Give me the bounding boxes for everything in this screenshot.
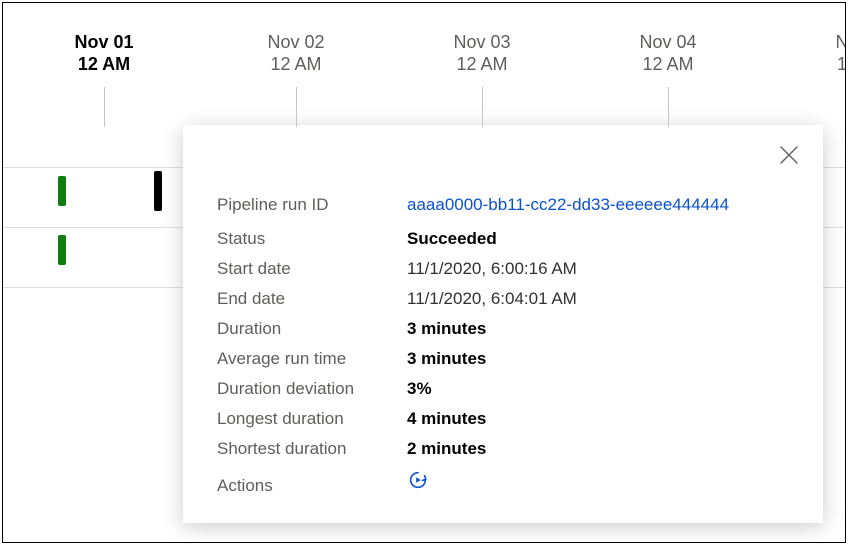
detail-row-duration: Duration 3 minutes xyxy=(217,319,789,339)
run-details-tooltip: Pipeline run ID aaaa0000-bb11-cc22-dd33-… xyxy=(183,125,823,523)
tick-time: 12 AM xyxy=(422,53,542,75)
detail-row-start: Start date 11/1/2020, 6:00:16 AM xyxy=(217,259,789,279)
detail-row-status: Status Succeeded xyxy=(217,229,789,249)
detail-row-avg: Average run time 3 minutes xyxy=(217,349,789,369)
label-end: End date xyxy=(217,289,407,309)
tick-date: No xyxy=(835,32,846,52)
rerun-icon xyxy=(407,469,429,496)
value-run-id[interactable]: aaaa0000-bb11-cc22-dd33-eeeeee444444 xyxy=(407,195,729,215)
label-start: Start date xyxy=(217,259,407,279)
close-icon xyxy=(777,143,801,167)
value-duration: 3 minutes xyxy=(407,319,486,339)
tick-time: 12 AM xyxy=(236,53,356,75)
value-status: Succeeded xyxy=(407,229,497,249)
rerun-button[interactable] xyxy=(407,469,429,496)
value-deviation: 3% xyxy=(407,379,432,399)
label-deviation: Duration deviation xyxy=(217,379,407,399)
detail-row-shortest: Shortest duration 2 minutes xyxy=(217,439,789,459)
tick-line xyxy=(482,87,483,127)
tick-time: 12 AM xyxy=(608,53,728,75)
run-bar[interactable] xyxy=(154,171,162,211)
detail-row-end: End date 11/1/2020, 6:04:01 AM xyxy=(217,289,789,309)
value-shortest: 2 minutes xyxy=(407,439,486,459)
value-longest: 4 minutes xyxy=(407,409,486,429)
tick-line xyxy=(104,87,105,127)
detail-row-deviation: Duration deviation 3% xyxy=(217,379,789,399)
tick-date: Nov 01 xyxy=(74,32,133,52)
label-status: Status xyxy=(217,229,407,249)
timeline-tick: Nov 0112 AM xyxy=(44,31,164,75)
label-avg: Average run time xyxy=(217,349,407,369)
label-duration: Duration xyxy=(217,319,407,339)
detail-row-longest: Longest duration 4 minutes xyxy=(217,409,789,429)
value-avg: 3 minutes xyxy=(407,349,486,369)
tick-line xyxy=(668,87,669,127)
label-actions: Actions xyxy=(217,476,407,496)
timeline-header: Nov 0112 AMNov 0212 AMNov 0312 AMNov 041… xyxy=(3,31,845,91)
timeline-tick: No12 xyxy=(787,31,846,75)
timeline-tick: Nov 0312 AM xyxy=(422,31,542,75)
value-end: 11/1/2020, 6:04:01 AM xyxy=(407,289,577,309)
tick-line xyxy=(296,87,297,127)
app-frame: Nov 0112 AMNov 0212 AMNov 0312 AMNov 041… xyxy=(2,2,846,543)
tick-date: Nov 03 xyxy=(453,32,510,52)
timeline-tick: Nov 0212 AM xyxy=(236,31,356,75)
close-button[interactable] xyxy=(777,143,801,167)
detail-row-actions: Actions xyxy=(217,469,789,496)
run-bar[interactable] xyxy=(58,176,66,206)
tick-date: Nov 02 xyxy=(267,32,324,52)
run-details-list: Pipeline run ID aaaa0000-bb11-cc22-dd33-… xyxy=(217,195,789,496)
label-run-id: Pipeline run ID xyxy=(217,195,407,215)
tick-time: 12 AM xyxy=(44,53,164,75)
label-longest: Longest duration xyxy=(217,409,407,429)
value-start: 11/1/2020, 6:00:16 AM xyxy=(407,259,577,279)
label-shortest: Shortest duration xyxy=(217,439,407,459)
tick-time: 12 xyxy=(787,53,846,75)
detail-row-run-id: Pipeline run ID aaaa0000-bb11-cc22-dd33-… xyxy=(217,195,789,215)
value-actions xyxy=(407,469,429,496)
run-bar[interactable] xyxy=(58,235,66,265)
tick-date: Nov 04 xyxy=(639,32,696,52)
timeline-tick: Nov 0412 AM xyxy=(608,31,728,75)
